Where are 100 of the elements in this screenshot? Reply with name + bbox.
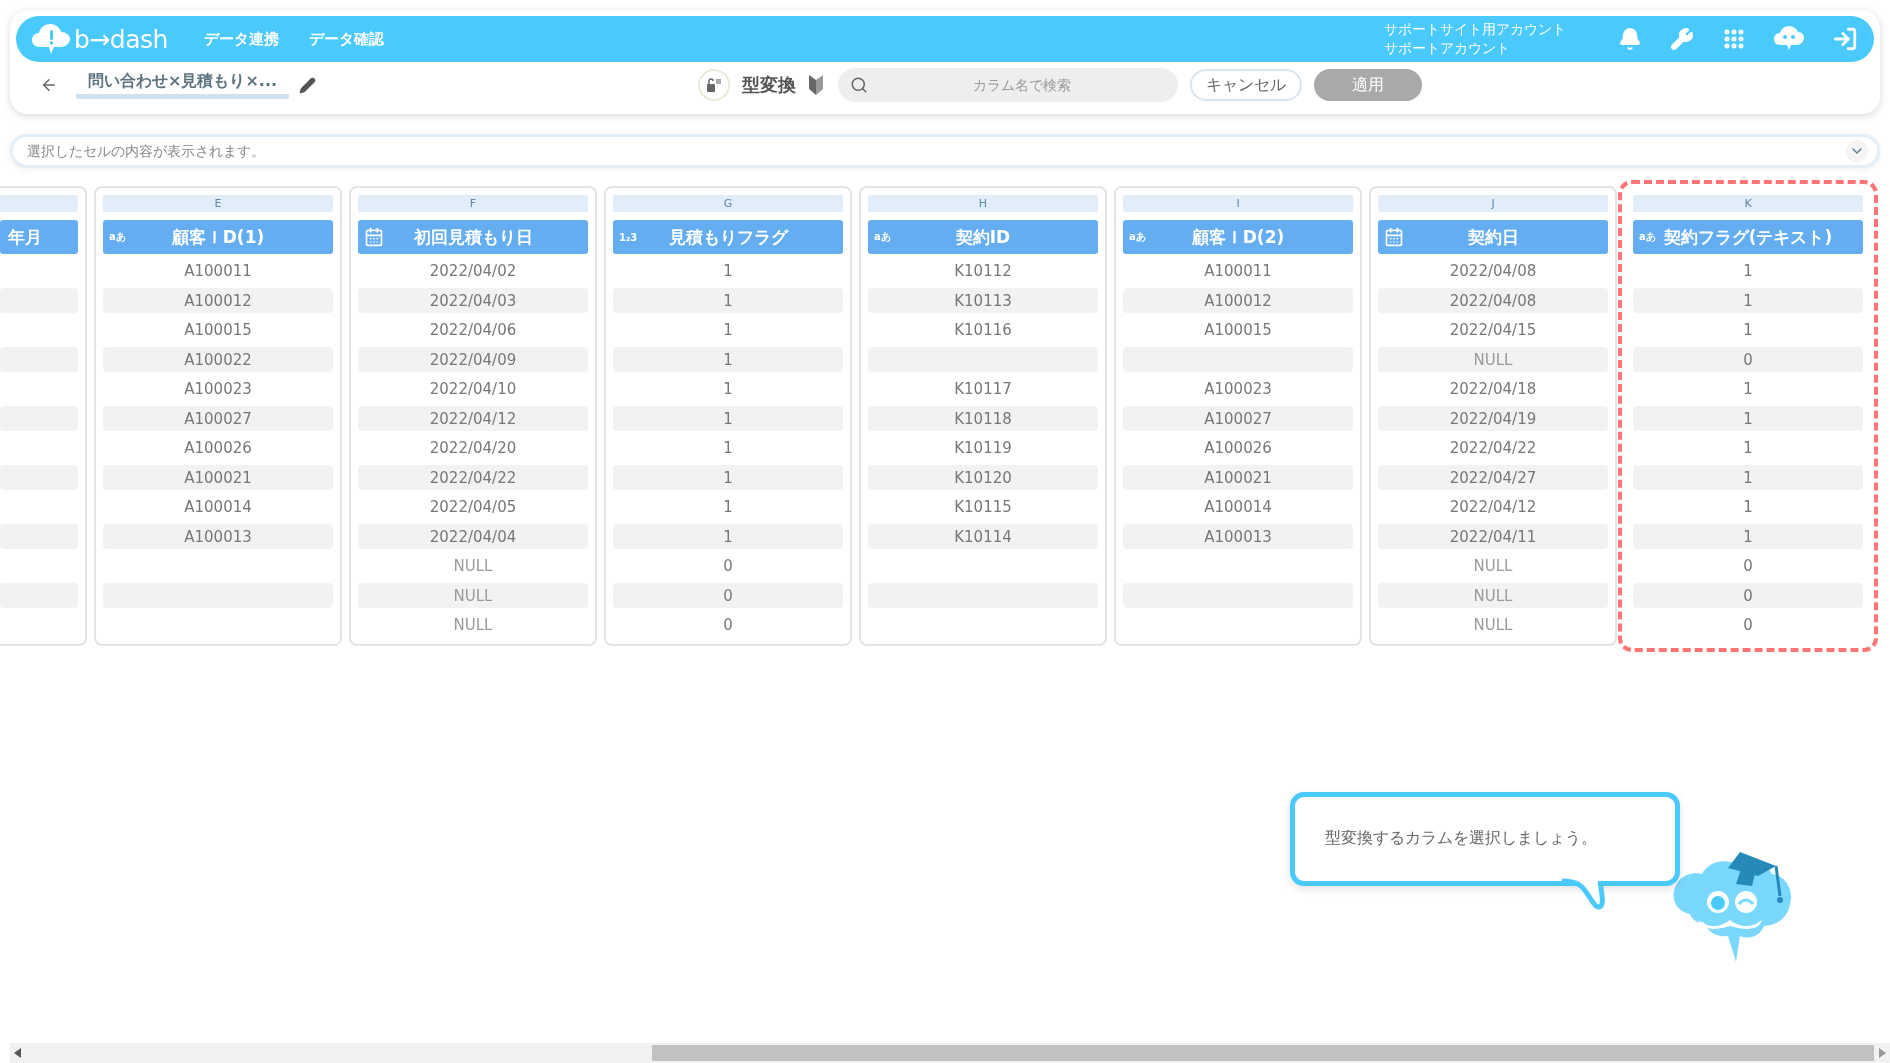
table-cell[interactable]: A100012 — [103, 288, 333, 313]
table-cell[interactable]: K10118 — [868, 406, 1098, 431]
table-cell[interactable]: NULL — [1378, 347, 1608, 372]
scroll-right-icon[interactable] — [1878, 1048, 1886, 1058]
column-card[interactable]: I aあ 顧客ＩD(2) A100011 A100012 A100015 A100023 A100027 A100026 A100021 A100014 A100013 — [1114, 186, 1362, 646]
cell-value: 1 — [723, 439, 733, 457]
table-cell[interactable]: A100021 — [1123, 465, 1353, 490]
cell-value: 1 — [723, 350, 733, 369]
table-cell[interactable]: 1 — [1633, 288, 1863, 313]
logout-icon[interactable] — [1832, 26, 1858, 52]
table-cell[interactable]: NULL — [1378, 583, 1608, 608]
table-cell[interactable]: 2022/04/11 — [1378, 524, 1608, 549]
cell-value: 2022/04/22 — [1449, 439, 1537, 457]
table-cell[interactable]: A100022 — [103, 347, 333, 372]
table-cell[interactable]: 2022/04/27 — [1378, 465, 1608, 490]
table-cell[interactable]: NULL — [358, 583, 588, 608]
table-cell[interactable]: 2022/04/04 — [358, 524, 588, 549]
column-card[interactable]: J 契約日 2022/04/08 2022/04/08 2022/04/15 NULL 2022/04/18 2022/04/19 2022/04/22 2022/04/27 2022/04/12 2022/04/11 NULL NULL NULL — [1369, 186, 1617, 646]
table-cell[interactable]: K10114 — [868, 524, 1098, 549]
table-cell[interactable]: K10120 — [868, 465, 1098, 490]
table-cell[interactable]: 1 — [613, 524, 843, 549]
column-letter: J — [1378, 195, 1608, 212]
table-cell[interactable]: 2022/04/08 — [1378, 288, 1608, 313]
column-header[interactable]: aあ 契約フラグ(テキスト) — [1633, 220, 1863, 254]
cell-content-field[interactable]: 選択したセルの内容が表示されます。 — [10, 134, 1880, 168]
table-cell[interactable]: A100013 — [103, 524, 333, 549]
table-cell[interactable]: K10113 — [868, 288, 1098, 313]
scrollbar-thumb[interactable] — [652, 1045, 1874, 1061]
cell-value: A100023 — [184, 380, 252, 398]
cell-value: 1 — [1743, 468, 1753, 487]
table-cell[interactable]: 1 — [613, 288, 843, 313]
table-cell[interactable]: 2022/04/22 — [358, 465, 588, 490]
cell-value: 2022/04/06 — [429, 321, 517, 339]
scroll-left-icon[interactable] — [14, 1048, 22, 1058]
cell-value: A100023 — [1204, 380, 1272, 398]
horizontal-scrollbar[interactable] — [10, 1043, 1890, 1063]
cell-value: A100027 — [184, 409, 252, 428]
table-cell[interactable]: 1 — [1633, 406, 1863, 431]
cell-value: A100026 — [1204, 439, 1272, 457]
column-header[interactable]: 1₂3 見積もりフラグ — [613, 220, 843, 254]
column-card[interactable]: 年月 — [0, 186, 87, 646]
column-header[interactable]: 契約日 — [1378, 220, 1608, 254]
cell-value: 2022/04/04 — [429, 527, 517, 546]
pencil-icon[interactable] — [299, 76, 317, 94]
table-cell[interactable]: 0 — [1633, 347, 1863, 372]
table-cell[interactable]: 1 — [613, 465, 843, 490]
cell-value: A100021 — [184, 468, 252, 487]
cell-value: 2022/04/08 — [1449, 291, 1537, 310]
table-cell[interactable]: A100012 — [1123, 288, 1353, 313]
table-cell[interactable]: 1 — [613, 347, 843, 372]
cell-value: 1 — [1743, 439, 1753, 457]
cancel-button[interactable]: キャンセル — [1190, 69, 1302, 101]
cell-value: 1 — [1743, 380, 1753, 398]
wrench-icon[interactable] — [1670, 27, 1694, 51]
cell-value: A100011 — [1204, 262, 1272, 280]
mode-label: 型変換 — [742, 73, 796, 97]
cell-value: 2022/04/20 — [429, 439, 517, 457]
type-convert-icon — [698, 69, 730, 101]
bell-icon[interactable] — [1618, 27, 1642, 51]
table-cell[interactable]: 0 — [613, 583, 843, 608]
table-cell[interactable]: A100013 — [1123, 524, 1353, 549]
logo-cloud-icon — [32, 23, 70, 55]
column-header[interactable]: 初回見積もり日 — [358, 220, 588, 254]
cell-value: 1 — [723, 291, 733, 310]
table-cell[interactable]: 1 — [1633, 465, 1863, 490]
type-label: aあ — [874, 230, 891, 244]
search-field[interactable]: カラム名で検索 — [838, 68, 1178, 102]
cell-value: 0 — [723, 586, 733, 605]
table-cell[interactable]: 1 — [613, 406, 843, 431]
account-name: サポートアカウント — [1384, 39, 1511, 58]
column-header[interactable]: 年月 — [0, 220, 78, 254]
cell-value: 0 — [1743, 557, 1753, 575]
cell-value: 1 — [723, 262, 733, 280]
table-cell[interactable]: A100021 — [103, 465, 333, 490]
table-cell[interactable]: A100027 — [1123, 406, 1353, 431]
cell-value: 2022/04/05 — [429, 498, 517, 516]
column-header[interactable]: aあ 契約ID — [868, 220, 1098, 254]
table-cell[interactable]: 1 — [1633, 524, 1863, 549]
column-card[interactable]: E aあ 顧客ＩD(1) A100011 A100012 A100015 A100022 A100023 A100027 A100026 A100021 A100014 A100013 — [94, 186, 342, 646]
cell-value: 1 — [723, 409, 733, 428]
column-card[interactable]: F 初回見積もり日 2022/04/02 2022/04/03 2022/04/06 2022/04/09 2022/04/10 2022/04/12 2022/04/20 2022/04/22 2022/04/05 2022/04/04 NULL NULL NULL — [349, 186, 597, 646]
cell-value: 2022/04/22 — [429, 468, 517, 487]
column-header[interactable]: aあ 顧客ＩD(2) — [1123, 220, 1353, 254]
table-cell[interactable]: A100027 — [103, 406, 333, 431]
beginner-mark-icon[interactable] — [808, 74, 824, 96]
table-cell[interactable]: 2022/04/03 — [358, 288, 588, 313]
dataset-title[interactable]: 問い合わせ×見積もり×... — [76, 71, 290, 99]
table-cell[interactable]: 0 — [1633, 583, 1863, 608]
column-header[interactable]: aあ 顧客ＩD(1) — [103, 220, 333, 254]
cell-value: 0 — [723, 616, 733, 634]
table-cell[interactable]: 2022/04/12 — [358, 406, 588, 431]
table-cell[interactable]: 2022/04/09 — [358, 347, 588, 372]
cell-value: K10116 — [954, 321, 1012, 339]
highlighted-column[interactable]: K aあ 契約フラグ(テキスト) 1 1 1 0 1 1 1 1 1 1 0 0 0 — [1624, 186, 1872, 646]
null-value: NULL — [1473, 586, 1513, 605]
cell-value: 0 — [723, 557, 733, 575]
column-card[interactable]: G 1₂3 見積もりフラグ 1 1 1 1 1 1 1 1 1 1 0 0 0 — [604, 186, 852, 646]
grid-icon[interactable] — [1722, 27, 1746, 51]
table-cell[interactable]: 2022/04/19 — [1378, 406, 1608, 431]
column-card[interactable]: H aあ 契約ID K10112 K10113 K10116 K10117 K10118 K10119 K10120 K10115 K10114 — [859, 186, 1107, 646]
